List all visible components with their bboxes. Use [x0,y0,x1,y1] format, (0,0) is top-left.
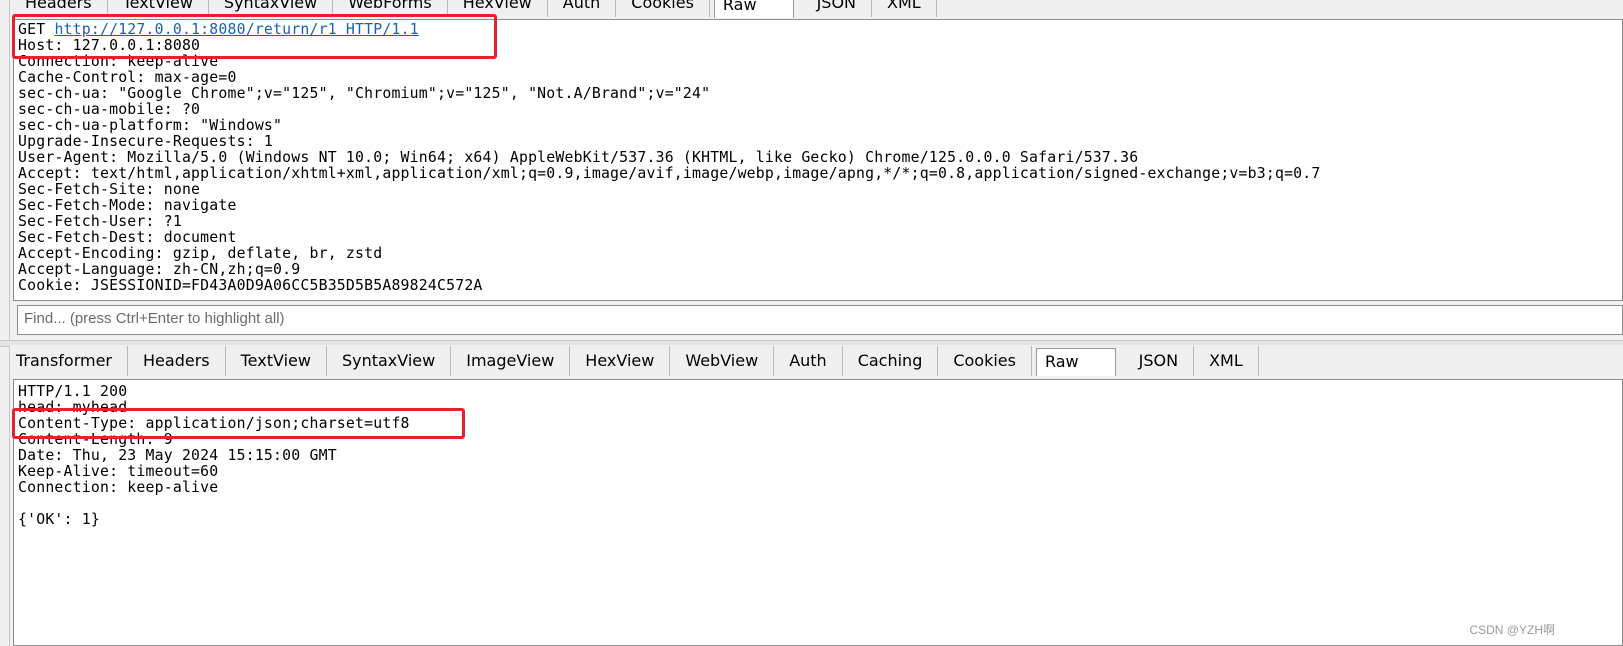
request-header-line: User-Agent: Mozilla/5.0 (Windows NT 10.0… [18,149,1139,166]
req-tab-xml[interactable]: XML [872,0,937,17]
response-body: {'OK': 1} [18,511,100,528]
resp-tab-webview[interactable]: WebView [670,346,775,376]
request-header-line: sec-ch-ua: "Google Chrome";v="125", "Chr… [18,85,711,102]
resp-tab-syntaxview[interactable]: SyntaxView [327,346,452,376]
resp-tab-cookies[interactable]: Cookies [938,346,1032,376]
request-raw-text: GET http://127.0.0.1:8080/return/r1 HTTP… [14,20,1622,294]
find-input[interactable]: Find... (press Ctrl+Enter to highlight a… [17,305,1623,335]
resp-tab-transformer[interactable]: Transformer [10,346,129,376]
request-header-line: sec-ch-ua-platform: "Windows" [18,117,283,134]
response-header-line: Keep-Alive: timeout=60 [18,463,219,480]
request-header-line: Sec-Fetch-Site: none [18,181,201,198]
resp-tab-json[interactable]: JSON [1124,346,1195,376]
request-header-line: Accept-Language: zh-CN,zh;q=0.9 [18,261,301,278]
request-header-line: Upgrade-Insecure-Requests: 1 [18,133,274,150]
resp-tab-xml[interactable]: XML [1194,346,1259,376]
resp-tab-headers[interactable]: Headers [128,346,226,376]
request-header-line: Cache-Control: max-age=0 [18,69,237,86]
left-edge-border [0,0,10,646]
watermark: CSDN @YZH啊 [1469,623,1555,637]
resp-tab-textview[interactable]: TextView [226,346,327,376]
req-tab-auth[interactable]: Auth [548,0,617,17]
request-header-line: Accept: text/html,application/xhtml+xml,… [18,165,1321,182]
request-header-line: sec-ch-ua-mobile: ?0 [18,101,201,118]
resp-tab-caching[interactable]: Caching [843,346,939,376]
resp-tab-auth[interactable]: Auth [774,346,843,376]
request-line-highlight-box [12,14,497,59]
response-tab-bar: Transformer Headers TextView SyntaxView … [10,345,1623,377]
resp-tab-hexview[interactable]: HexView [570,346,671,376]
content-type-highlight-box [12,408,465,439]
request-raw-view[interactable]: GET http://127.0.0.1:8080/return/r1 HTTP… [13,19,1623,301]
response-header-line: Date: Thu, 23 May 2024 15:15:00 GMT [18,447,337,464]
request-header-line: Cookie: JSESSIONID=FD43A0D9A06CC5B35D5B5… [18,277,483,294]
request-header-line: Sec-Fetch-User: ?1 [18,213,182,230]
resp-tab-raw[interactable]: Raw [1035,348,1116,376]
req-tab-raw[interactable]: Raw [713,0,794,18]
request-header-line: Sec-Fetch-Mode: navigate [18,197,237,214]
response-header-line: Connection: keep-alive [18,479,219,496]
response-status-line: HTTP/1.1 200 [18,383,128,400]
response-raw-text: HTTP/1.1 200 head: myhead Content-Type: … [14,380,1622,528]
request-header-line: Accept-Encoding: gzip, deflate, br, zstd [18,245,383,262]
req-tab-cookies[interactable]: Cookies [616,0,710,17]
req-tab-json[interactable]: JSON [802,0,872,17]
request-header-line: Sec-Fetch-Dest: document [18,229,237,246]
resp-tab-imageview[interactable]: ImageView [451,346,571,376]
